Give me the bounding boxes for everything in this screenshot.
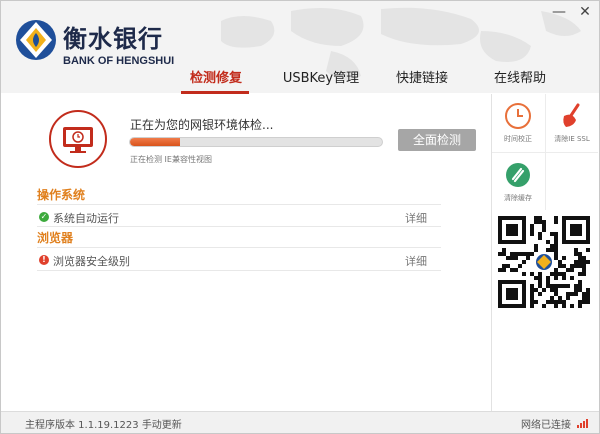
tab-quick-links[interactable]: 快捷链接 — [387, 69, 457, 93]
version-text: 主程序版本 1.1.19.1223 — [25, 420, 139, 431]
section-title-browser: 浏览器 — [37, 231, 74, 245]
check-item-browser-security: ! 浏览器安全级别 详细 — [37, 251, 441, 271]
signal-icon — [577, 419, 588, 428]
section-title-os: 操作系统 — [37, 188, 86, 202]
clear-cache-tool[interactable]: 清除缓存 — [492, 153, 544, 213]
tool-label: 时间校正 — [504, 135, 532, 143]
monitor-shield-icon — [49, 110, 107, 168]
header: 衡水银行 BANK OF HENGSHUI — ✕ 检测修复 USBKey管理 … — [1, 1, 599, 93]
version-info: 主程序版本 1.1.19.1223 手动更新 — [25, 416, 182, 431]
divider — [37, 270, 441, 271]
scan-progress-bar — [129, 137, 383, 147]
check-panel: 正在为您的网银环境体检... 正在检测 IE兼容性视图 全面检测 操作系统 ✓ … — [1, 96, 491, 411]
tools-sidebar: 时间校正 清除IE SSL 清除缓存 — [491, 94, 599, 411]
qr-code-image — [498, 216, 590, 308]
divider — [37, 247, 441, 248]
tab-online-help[interactable]: 在线帮助 — [485, 69, 555, 93]
network-status: 网络已连接 — [521, 420, 571, 431]
cleanup-icon — [506, 163, 530, 187]
active-tab-indicator — [181, 91, 249, 94]
tab-bar: 检测修复 USBKey管理 快捷链接 在线帮助 — [161, 69, 591, 93]
detail-link[interactable]: 详细 — [405, 253, 427, 269]
scan-progress-fill — [130, 138, 181, 146]
clock-icon — [505, 103, 531, 129]
check-item-autorun: ✓ 系统自动运行 详细 — [37, 208, 441, 228]
tool-label: 清除缓存 — [504, 194, 532, 202]
minimize-button[interactable]: — — [551, 5, 567, 19]
tab-usbkey[interactable]: USBKey管理 — [271, 69, 371, 93]
check-item-label: 浏览器安全级别 — [53, 255, 130, 268]
divider — [37, 204, 441, 205]
divider — [37, 226, 441, 227]
tab-check-repair[interactable]: 检测修复 — [181, 69, 251, 93]
scan-status-text: 正在为您的网银环境体检... — [130, 118, 274, 132]
check-item-label: 系统自动运行 — [53, 212, 119, 225]
detail-link[interactable]: 详细 — [405, 210, 427, 226]
ok-status-icon: ✓ — [39, 212, 49, 222]
clear-ie-ssl-tool[interactable]: 清除IE SSL — [546, 94, 598, 154]
full-scan-button[interactable]: 全面检测 — [398, 129, 476, 151]
warning-status-icon: ! — [39, 255, 49, 265]
bank-logo-icon — [16, 20, 56, 60]
bank-name-en: BANK OF HENGSHUI — [63, 55, 175, 67]
close-button[interactable]: ✕ — [577, 5, 593, 19]
bank-name-cn: 衡水银行 — [63, 24, 163, 53]
scan-current-item: 正在检测 IE兼容性视图 — [130, 155, 212, 164]
bank-logo: 衡水银行 BANK OF HENGSHUI — [15, 15, 174, 75]
status-bar: 主程序版本 1.1.19.1223 手动更新 网络已连接 — [1, 411, 599, 433]
app-window: 衡水银行 BANK OF HENGSHUI — ✕ 检测修复 USBKey管理 … — [0, 0, 600, 434]
scan-panel: 正在为您的网银环境体检... 正在检测 IE兼容性视图 全面检测 — [1, 96, 491, 180]
manual-update-link[interactable]: 手动更新 — [142, 420, 182, 431]
time-sync-tool[interactable]: 时间校正 — [492, 94, 544, 154]
tool-label: 清除IE SSL — [554, 135, 590, 143]
broom-icon — [563, 103, 580, 127]
